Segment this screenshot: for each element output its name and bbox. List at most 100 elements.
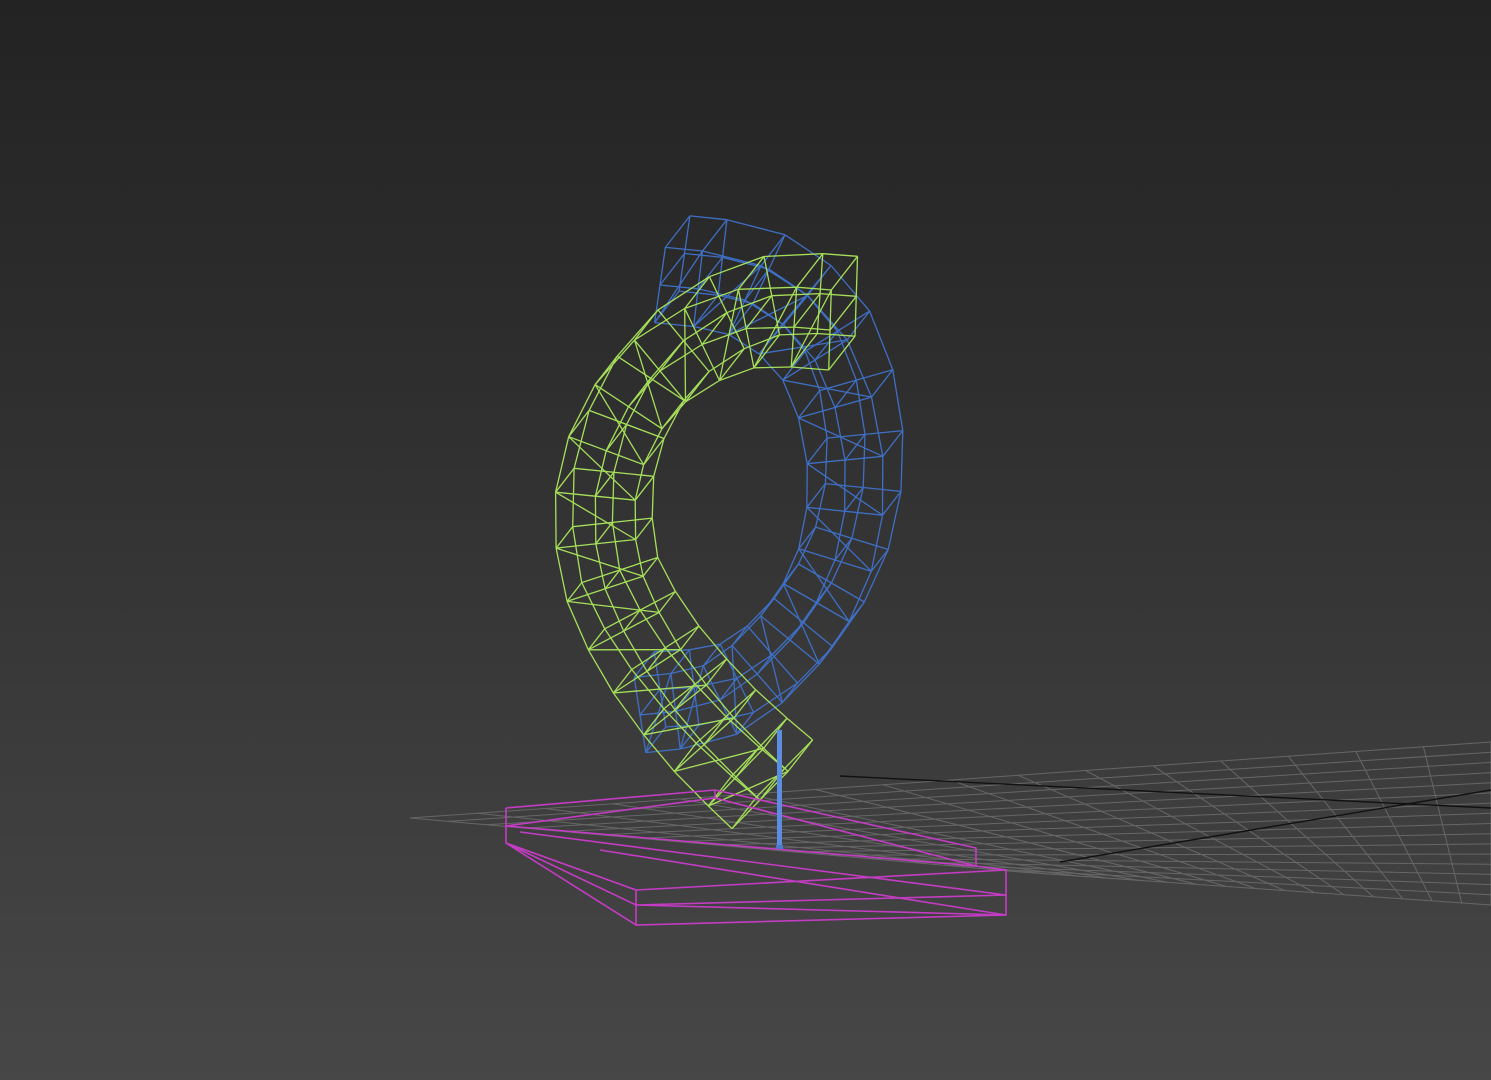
tube-edge: [735, 746, 760, 778]
tube-edge: [588, 355, 618, 411]
tube-edge: [832, 601, 865, 648]
tube-edge: [594, 339, 635, 386]
tube-edge: [659, 343, 703, 372]
tube-edge: [787, 739, 814, 772]
tube-edge: [797, 417, 808, 464]
tube-edge: [870, 369, 894, 398]
tube-edge: [555, 547, 568, 602]
tube-edge: [738, 286, 797, 290]
tube-edge: [834, 407, 846, 461]
tube-edge: [719, 625, 748, 645]
tube-edge: [680, 625, 700, 650]
tube-edge: [725, 716, 760, 748]
tube-edge: [643, 734, 675, 772]
tube-edge: [689, 215, 727, 221]
tube-edge: [779, 332, 818, 336]
tube-edge: [679, 665, 704, 750]
tube-edge: [623, 630, 648, 672]
tube-edge: [572, 468, 575, 527]
tube-edge: [705, 684, 735, 719]
tube-edge: [693, 265, 762, 327]
tube-edge: [817, 332, 856, 337]
tube-edge: [657, 557, 676, 592]
grid-line: [1287, 755, 1404, 900]
tube-edge: [612, 692, 645, 736]
tube-edge: [760, 583, 784, 617]
tube-edge: [684, 308, 687, 402]
tube-edge: [822, 253, 858, 257]
tube-edge: [818, 621, 850, 665]
tube-edge: [628, 370, 661, 408]
tube-edge: [848, 570, 872, 622]
tube-edge: [658, 591, 676, 613]
tube-edge: [731, 615, 762, 646]
grid-line: [1220, 760, 1374, 898]
grid-line: [1355, 751, 1433, 902]
tube-edge: [784, 234, 832, 267]
tube-edge: [763, 253, 823, 258]
tube-edge: [782, 583, 820, 665]
tube-edge: [587, 628, 606, 651]
tube-edge: [555, 547, 644, 577]
tube-edge: [771, 622, 804, 655]
tube-edge: [651, 476, 655, 519]
blue-pivot-post[interactable]: [776, 730, 783, 849]
tube-edge: [819, 292, 857, 297]
green-bent-tube-wireframe[interactable]: [554, 253, 859, 830]
tube-edge: [623, 609, 641, 632]
tube-edge: [797, 390, 821, 419]
tube-edge: [814, 330, 838, 361]
tube-edge: [870, 515, 884, 572]
tube-edge: [661, 401, 686, 430]
tube-edge: [806, 437, 828, 465]
tube-edge: [633, 339, 663, 429]
tube-edge: [695, 742, 733, 777]
tube-edge: [855, 380, 866, 435]
tube-edge: [703, 744, 737, 778]
tube-edge: [639, 688, 661, 716]
tube-edge: [782, 350, 806, 381]
tube-edge: [802, 582, 832, 624]
tube-edge: [773, 563, 800, 599]
home-grid: [409, 741, 1491, 906]
3d-viewport[interactable]: [0, 0, 1491, 1080]
tube-edge: [702, 250, 762, 267]
tube-edge: [782, 379, 800, 419]
tube-edge: [793, 293, 821, 328]
tube-edge: [870, 396, 884, 457]
tube-edge: [797, 646, 834, 684]
tube-edge: [626, 378, 652, 425]
tube-edge: [554, 492, 557, 549]
tube-edge: [882, 430, 904, 457]
tube-edge: [566, 601, 589, 651]
tube-edge: [830, 255, 859, 291]
tube-edge: [674, 591, 700, 627]
tube-edge: [746, 598, 775, 627]
tube-edge: [791, 366, 829, 371]
tube-edge: [634, 539, 644, 577]
tube-edge: [651, 518, 659, 558]
tube-edge: [868, 310, 894, 370]
tube-edge: [846, 339, 873, 398]
tube-edge: [814, 359, 836, 408]
tube-edge: [604, 588, 625, 632]
tube-edge: [611, 472, 615, 523]
tube-edge: [786, 717, 814, 741]
tube-edge: [595, 543, 606, 589]
tube-edge: [798, 417, 884, 457]
tube-edge: [863, 549, 889, 603]
viewport-scene: [409, 215, 1491, 926]
tube-edge: [665, 246, 703, 252]
tube-edge: [612, 669, 633, 694]
tube-edge: [685, 379, 720, 403]
tube-edge: [796, 253, 824, 288]
tube-edge: [862, 434, 866, 488]
tube-edge: [781, 663, 820, 704]
tube-edge: [683, 371, 710, 401]
tube-edge: [753, 366, 792, 369]
tube-edge: [619, 569, 641, 611]
tube-edge: [900, 430, 904, 492]
tube-edge: [829, 295, 857, 331]
tube-edge: [892, 369, 904, 431]
tube-edge: [645, 748, 681, 754]
